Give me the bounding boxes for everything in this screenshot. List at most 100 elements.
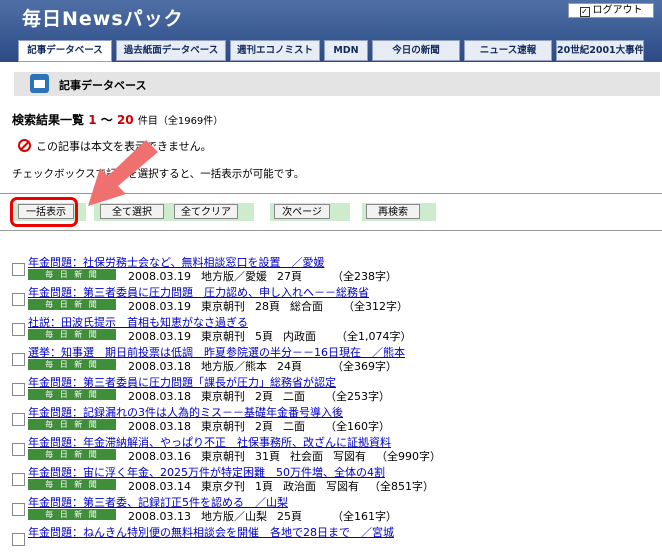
mainichi-source-badge: 毎 日 新 聞 bbox=[28, 329, 116, 340]
article-page: 28頁 bbox=[254, 300, 280, 313]
article-chars: （全851字） bbox=[368, 480, 434, 493]
tab-weekly-economist[interactable]: 週刊エコノミスト bbox=[230, 40, 320, 61]
article-date: 2008.03.19 bbox=[128, 330, 191, 343]
article-photo: 写図有 bbox=[332, 450, 366, 463]
list-item: 年金問題：ねんきん特別便の無料相談会を開催 各地で28日まで ／宮城 bbox=[0, 524, 662, 554]
article-section: 二面 bbox=[282, 390, 305, 403]
article-page: 25頁 bbox=[276, 510, 302, 523]
tab-article-database[interactable]: 記事データベース bbox=[18, 40, 112, 62]
article-page: 2頁 bbox=[254, 420, 273, 433]
results-from: 1 bbox=[88, 113, 97, 127]
prohibited-icon bbox=[18, 139, 31, 152]
check-icon: ✓ bbox=[579, 7, 590, 17]
article-chars: （全369字） bbox=[331, 360, 397, 373]
article-meta: 2008.03.18 地方版／熊本 24頁 （全369字） bbox=[128, 358, 407, 374]
article-checkbox[interactable] bbox=[12, 293, 25, 306]
article-edition: 東京朝刊 bbox=[200, 390, 245, 403]
article-chars: （全161字） bbox=[331, 510, 397, 523]
article-section: 総合面 bbox=[289, 300, 323, 313]
divider bbox=[0, 230, 662, 231]
page-title: 記事データベース bbox=[59, 79, 147, 92]
pointer-arrow-icon bbox=[88, 140, 158, 206]
tab-news-flash[interactable]: ニュース速報 bbox=[464, 40, 552, 61]
article-date: 2008.03.19 bbox=[128, 270, 191, 283]
article-checkbox[interactable] bbox=[12, 413, 25, 426]
article-section: 二面 bbox=[282, 420, 305, 433]
article-date: 2008.03.18 bbox=[128, 390, 191, 403]
list-item: 社説：田波氏提示 首相も知恵がなさ過ぎる毎 日 新 聞 2008.03.19 東京朝… bbox=[0, 314, 662, 344]
mainichi-source-badge: 毎 日 新 聞 bbox=[28, 299, 116, 310]
site-logo[interactable]: 毎日Newsパック bbox=[22, 4, 184, 31]
next-page-button[interactable]: 次ページ bbox=[274, 204, 330, 219]
article-section: 社会面 bbox=[289, 450, 323, 463]
results-unit: 件目 bbox=[137, 116, 158, 127]
article-page: 31頁 bbox=[254, 450, 280, 463]
article-date: 2008.03.13 bbox=[128, 510, 191, 523]
list-item: 年金問題：第三者委、記録訂正5件を認める ／山梨毎 日 新 聞 2008.03.1… bbox=[0, 494, 662, 524]
article-date: 2008.03.18 bbox=[128, 420, 191, 433]
article-edition: 地方版／愛媛 bbox=[200, 270, 267, 283]
article-headline-link[interactable]: 年金問題：ねんきん特別便の無料相談会を開催 各地で28日まで ／宮城 bbox=[28, 524, 394, 540]
article-checkbox[interactable] bbox=[12, 323, 25, 336]
logout-button[interactable]: ✓ ログアウト bbox=[568, 3, 654, 18]
list-item: 年金問題：第三者委員に圧力問題「課長が圧力」総務省が認定毎 日 新 聞 2008.… bbox=[0, 374, 662, 404]
header-bar: 毎日Newsパック ✓ ログアウト 記事データベース 過去紙面データベース 週刊エ… bbox=[0, 0, 662, 62]
research-button[interactable]: 再検索 bbox=[366, 204, 420, 219]
article-chars: （全238字） bbox=[331, 270, 397, 283]
article-date: 2008.03.14 bbox=[128, 480, 191, 493]
mainichi-source-badge: 毎 日 新 聞 bbox=[28, 479, 116, 490]
article-meta: 2008.03.18 東京朝刊 2頁 二面 （全253字） bbox=[128, 388, 400, 404]
article-photo: 写図有 bbox=[325, 480, 359, 493]
list-item: 選挙：知事選 期日前投票は低調 昨夏参院選の半分－－16日現在 ／熊本毎 日 新… bbox=[0, 344, 662, 374]
next-page-group: 次ページ bbox=[270, 203, 350, 221]
highlight-box bbox=[10, 197, 78, 227]
article-page: 24頁 bbox=[276, 360, 302, 373]
page-title-bar: 記事データベース bbox=[14, 72, 660, 96]
article-edition: 東京朝刊 bbox=[200, 330, 245, 343]
article-checkbox[interactable] bbox=[12, 473, 25, 486]
article-edition: 東京朝刊 bbox=[200, 420, 245, 433]
mainichi-source-badge: 毎 日 新 聞 bbox=[28, 359, 116, 370]
article-date: 2008.03.18 bbox=[128, 360, 191, 373]
article-checkbox[interactable] bbox=[12, 503, 25, 516]
article-section: 政治面 bbox=[282, 480, 316, 493]
article-page: 2頁 bbox=[254, 390, 273, 403]
database-icon bbox=[30, 74, 49, 93]
article-section: 内政面 bbox=[282, 330, 316, 343]
article-meta: 2008.03.13 地方版／山梨 25頁 （全161字） bbox=[128, 508, 407, 524]
results-sep: ～ bbox=[100, 113, 113, 127]
article-chars: （全160字） bbox=[324, 420, 390, 433]
article-edition: 地方版／山梨 bbox=[200, 510, 267, 523]
article-edition: 東京夕刊 bbox=[200, 480, 245, 493]
clear-all-button[interactable]: 全てクリア bbox=[174, 204, 238, 219]
results-label: 検索結果一覧 bbox=[12, 113, 85, 127]
tab-archive-database[interactable]: 過去紙面データベース bbox=[116, 40, 226, 61]
article-checkbox[interactable] bbox=[12, 533, 25, 546]
article-chars: （全253字） bbox=[324, 390, 390, 403]
article-chars: （全990字） bbox=[375, 450, 441, 463]
tab-todays-paper[interactable]: 今日の新聞 bbox=[372, 40, 460, 61]
mainichi-source-badge: 毎 日 新 聞 bbox=[28, 419, 116, 430]
article-checkbox[interactable] bbox=[12, 383, 25, 396]
results-summary: 検索結果一覧 1 ～ 20 件目（全1969件） bbox=[12, 111, 223, 128]
tab-20th-century-events[interactable]: 20世紀2001大事件 bbox=[556, 40, 644, 61]
mainichi-source-badge: 毎 日 新 聞 bbox=[28, 389, 116, 400]
list-item: 年金問題：年金滞納解消、やっぱり不正 社保事務所、改ざんに証拠資料毎 日 新 聞… bbox=[0, 434, 662, 464]
article-page: 1頁 bbox=[254, 480, 273, 493]
article-meta: 2008.03.16 東京朝刊 31頁 社会面 写図有 （全990字） bbox=[128, 448, 451, 464]
article-meta: 2008.03.19 地方版／愛媛 27頁 （全238字） bbox=[128, 268, 407, 284]
article-chars: （全1,074字） bbox=[335, 330, 412, 343]
results-to: 20 bbox=[116, 113, 134, 127]
list-item: 年金問題：宙に浮く年金、2025万件が特定困難 50万件増、全体の4割毎 日 新… bbox=[0, 464, 662, 494]
article-checkbox[interactable] bbox=[12, 443, 25, 456]
article-page: 5頁 bbox=[254, 330, 273, 343]
tab-mdn[interactable]: MDN bbox=[324, 40, 368, 61]
article-checkbox[interactable] bbox=[12, 263, 25, 276]
article-edition: 東京朝刊 bbox=[200, 450, 245, 463]
article-edition: 東京朝刊 bbox=[200, 300, 245, 313]
list-item: 年金問題：社保労務士会など、無料相談窓口を設置 ／愛媛毎 日 新 聞 2008.0… bbox=[0, 254, 662, 284]
article-chars: （全312字） bbox=[342, 300, 408, 313]
article-checkbox[interactable] bbox=[12, 353, 25, 366]
logout-label: ログアウト bbox=[592, 5, 643, 16]
article-edition: 地方版／熊本 bbox=[200, 360, 267, 373]
